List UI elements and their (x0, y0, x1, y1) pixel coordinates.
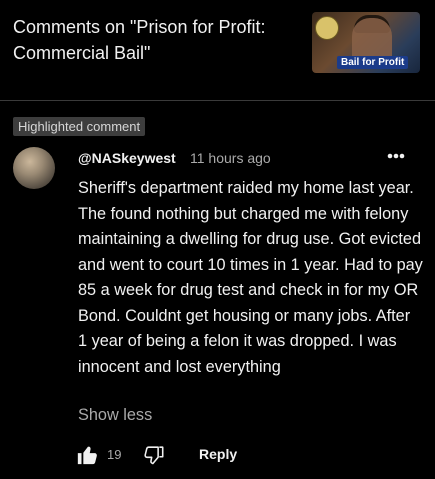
seal-badge-icon (315, 16, 339, 40)
comment-time[interactable]: 11 hours ago (190, 150, 271, 166)
show-less-button[interactable]: Show less (78, 406, 152, 425)
comment-text: Sheriff's department raided my home last… (78, 179, 423, 376)
like-button[interactable] (76, 444, 98, 466)
comments-header: Comments on "Prison for Profit: Commerci… (0, 0, 435, 100)
avatar[interactable] (13, 147, 55, 189)
comment-author[interactable]: @NASkeywest (78, 150, 176, 166)
reply-button[interactable]: Reply (199, 446, 237, 462)
like-count: 19 (107, 447, 122, 462)
thumbnail-caption: Bail for Profit (337, 56, 409, 69)
page-title: Comments on "Prison for Profit: Commerci… (13, 17, 266, 63)
thumbs-up-icon (77, 446, 97, 465)
divider (0, 100, 435, 101)
highlighted-comment-chip: Highlighted comment (13, 117, 146, 136)
more-vertical-icon[interactable] (384, 144, 408, 168)
thumbs-down-icon (144, 446, 164, 465)
video-thumbnail[interactable]: Bail for Profit (312, 12, 420, 73)
dislike-button[interactable] (143, 444, 165, 466)
